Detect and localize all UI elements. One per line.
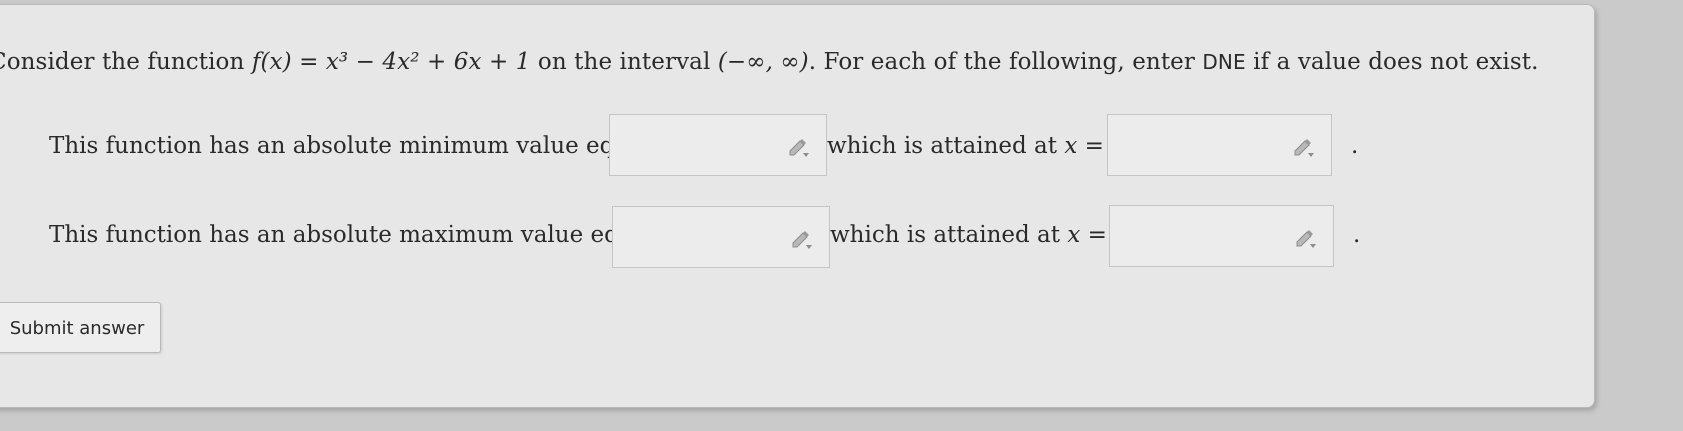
pencil-dropdown-icon[interactable] (789, 225, 815, 251)
max-x-expression: x = (1067, 222, 1107, 248)
min-attained-text: which is attained at (827, 133, 1058, 159)
question-prefix: Consider the function (0, 49, 252, 75)
min-period: . (1351, 133, 1359, 159)
min-row: This function has an absolute minimum va… (0, 114, 1589, 203)
interval-expression: (−∞, ∞) (717, 49, 809, 75)
max-label: This function has an absolute maximum va… (49, 222, 686, 248)
max-period: . (1353, 222, 1361, 248)
min-x-field[interactable] (1107, 114, 1332, 176)
min-label: This function has an absolute minimum va… (49, 133, 681, 159)
pencil-dropdown-icon[interactable] (1293, 224, 1319, 250)
max-attained-text: which is attained at (830, 222, 1061, 248)
question-text: Consider the function f(x) = x³ − 4x² + … (0, 49, 1539, 75)
dne-keyword: DNE (1202, 50, 1246, 74)
pencil-dropdown-icon[interactable] (786, 133, 812, 159)
max-x-field[interactable] (1109, 205, 1334, 267)
max-value-field[interactable] (612, 206, 830, 268)
function-expression: f(x) = x³ − 4x² + 6x + 1 (251, 49, 531, 75)
question-middle: on the interval (530, 49, 718, 75)
question-panel: Consider the function f(x) = x³ − 4x² + … (0, 4, 1595, 408)
max-attained-label: which is attained at x = (830, 222, 1107, 248)
min-x-expression: x = (1064, 133, 1104, 159)
max-row: This function has an absolute maximum va… (0, 205, 1589, 292)
pencil-dropdown-icon[interactable] (1291, 133, 1317, 159)
question-suffix-a: . For each of the following, enter (808, 49, 1203, 75)
submit-answer-button[interactable]: Submit answer (0, 302, 161, 353)
min-value-field[interactable] (609, 114, 827, 176)
question-suffix-b: if a value does not exist. (1245, 49, 1539, 75)
min-attained-label: which is attained at x = (827, 133, 1104, 159)
